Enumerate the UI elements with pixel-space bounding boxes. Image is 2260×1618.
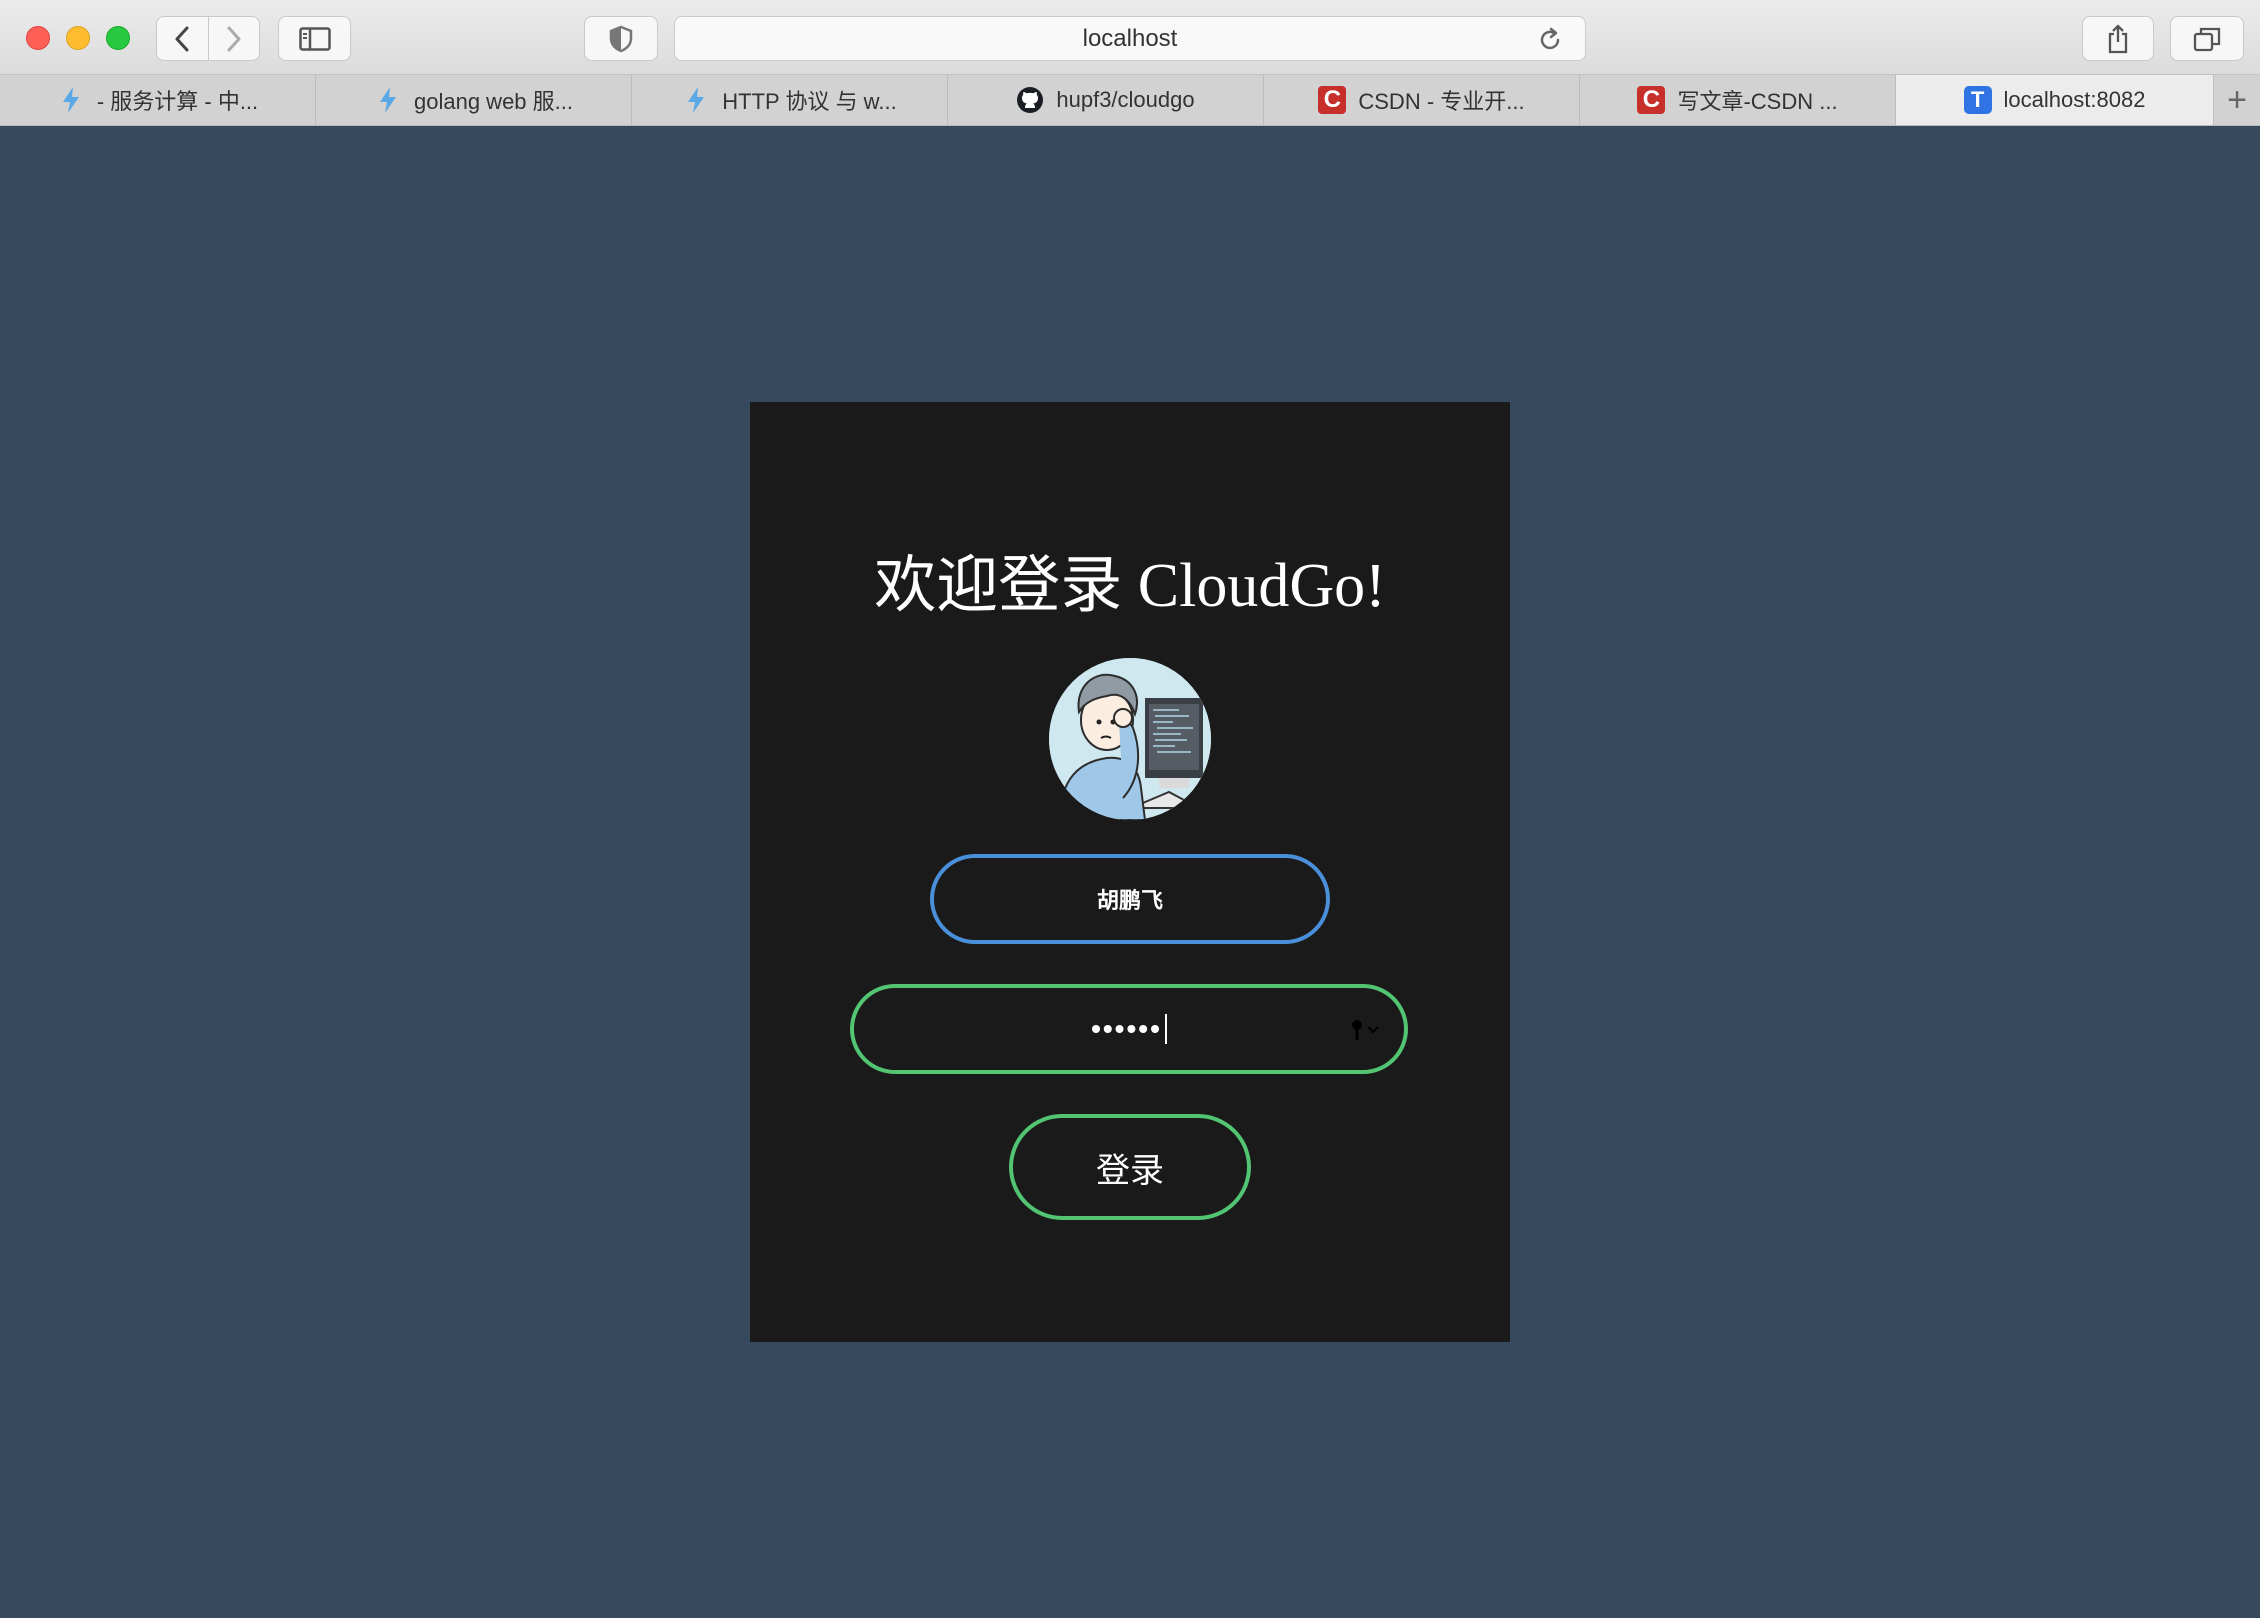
page-content: 欢迎登录 CloudGo! 胡鹏飞 •••••• 登录 (0, 126, 2260, 1618)
login-card: 欢迎登录 CloudGo! 胡鹏飞 •••••• 登录 (750, 402, 1510, 1342)
tab-overview-icon (2193, 27, 2221, 51)
minimize-window-button[interactable] (66, 26, 90, 50)
username-value: 胡鹏飞 (1096, 888, 1163, 913)
address-bar[interactable]: localhost (674, 16, 1586, 61)
t-icon: T (1963, 86, 1992, 114)
tab-title: localhost:8082 (2003, 87, 2146, 112)
tab-title: HTTP 协议 与 w... (722, 89, 897, 114)
navigation-buttons (156, 16, 260, 61)
tab-6[interactable]: C 写文章-CSDN ... (1580, 75, 1896, 125)
close-window-button[interactable] (26, 26, 50, 50)
bolt-icon (380, 87, 396, 113)
back-button[interactable] (157, 17, 208, 60)
password-field[interactable]: •••••• (850, 984, 1408, 1074)
github-icon (1017, 87, 1044, 113)
new-tab-button[interactable]: + (2214, 75, 2260, 125)
csdn-icon: C (1637, 86, 1666, 114)
key-autofill-icon[interactable] (1350, 1018, 1380, 1042)
chevron-left-icon (175, 26, 189, 51)
login-button[interactable]: 登录 (1009, 1114, 1251, 1220)
text-cursor (1164, 1014, 1167, 1044)
share-icon (2108, 23, 2128, 53)
chevron-right-icon (227, 26, 241, 51)
tab-title: CSDN - 专业开... (1358, 89, 1525, 114)
tab-title: golang web 服... (414, 89, 573, 114)
tab-overview-button[interactable] (2170, 16, 2244, 61)
password-value: •••••• (1091, 1013, 1162, 1044)
maximize-window-button[interactable] (106, 26, 130, 50)
tab-7-active[interactable]: T localhost:8082 (1896, 75, 2214, 125)
tab-3[interactable]: HTTP 协议 与 w... (632, 75, 948, 125)
bolt-icon (688, 87, 705, 113)
tab-title: hupf3/cloudgo (1056, 87, 1195, 112)
share-button[interactable] (2082, 16, 2154, 61)
page-title: 欢迎登录 CloudGo! (874, 552, 1386, 620)
tab-title: - 服务计算 - 中... (96, 89, 259, 114)
programmer-illustration-icon (1049, 658, 1211, 820)
reload-icon[interactable] (1537, 27, 1563, 53)
sidebar-icon (298, 26, 331, 51)
avatar (1049, 658, 1211, 820)
tab-title: 写文章-CSDN ... (1677, 89, 1838, 114)
sidebar-toggle-button[interactable] (278, 16, 351, 61)
username-field[interactable]: 胡鹏飞 (930, 854, 1330, 944)
login-button-label: 登录 (1096, 1151, 1164, 1190)
tab-2[interactable]: golang web 服... (316, 75, 632, 125)
tab-bar: - 服务计算 - 中... golang web 服... HTTP 协议 与 … (0, 74, 2260, 126)
forward-button[interactable] (207, 17, 260, 60)
browser-toolbar: localhost (0, 0, 2260, 74)
bolt-icon (62, 87, 79, 113)
privacy-report-button[interactable] (584, 16, 658, 61)
tab-4[interactable]: hupf3/cloudgo (948, 75, 1264, 125)
csdn-icon: C (1318, 86, 1347, 114)
shield-icon (609, 25, 633, 52)
tab-1[interactable]: - 服务计算 - 中... (0, 75, 316, 125)
url-text: localhost (1082, 24, 1178, 52)
tab-5[interactable]: C CSDN - 专业开... (1264, 75, 1580, 125)
plus-icon: + (2227, 80, 2247, 119)
